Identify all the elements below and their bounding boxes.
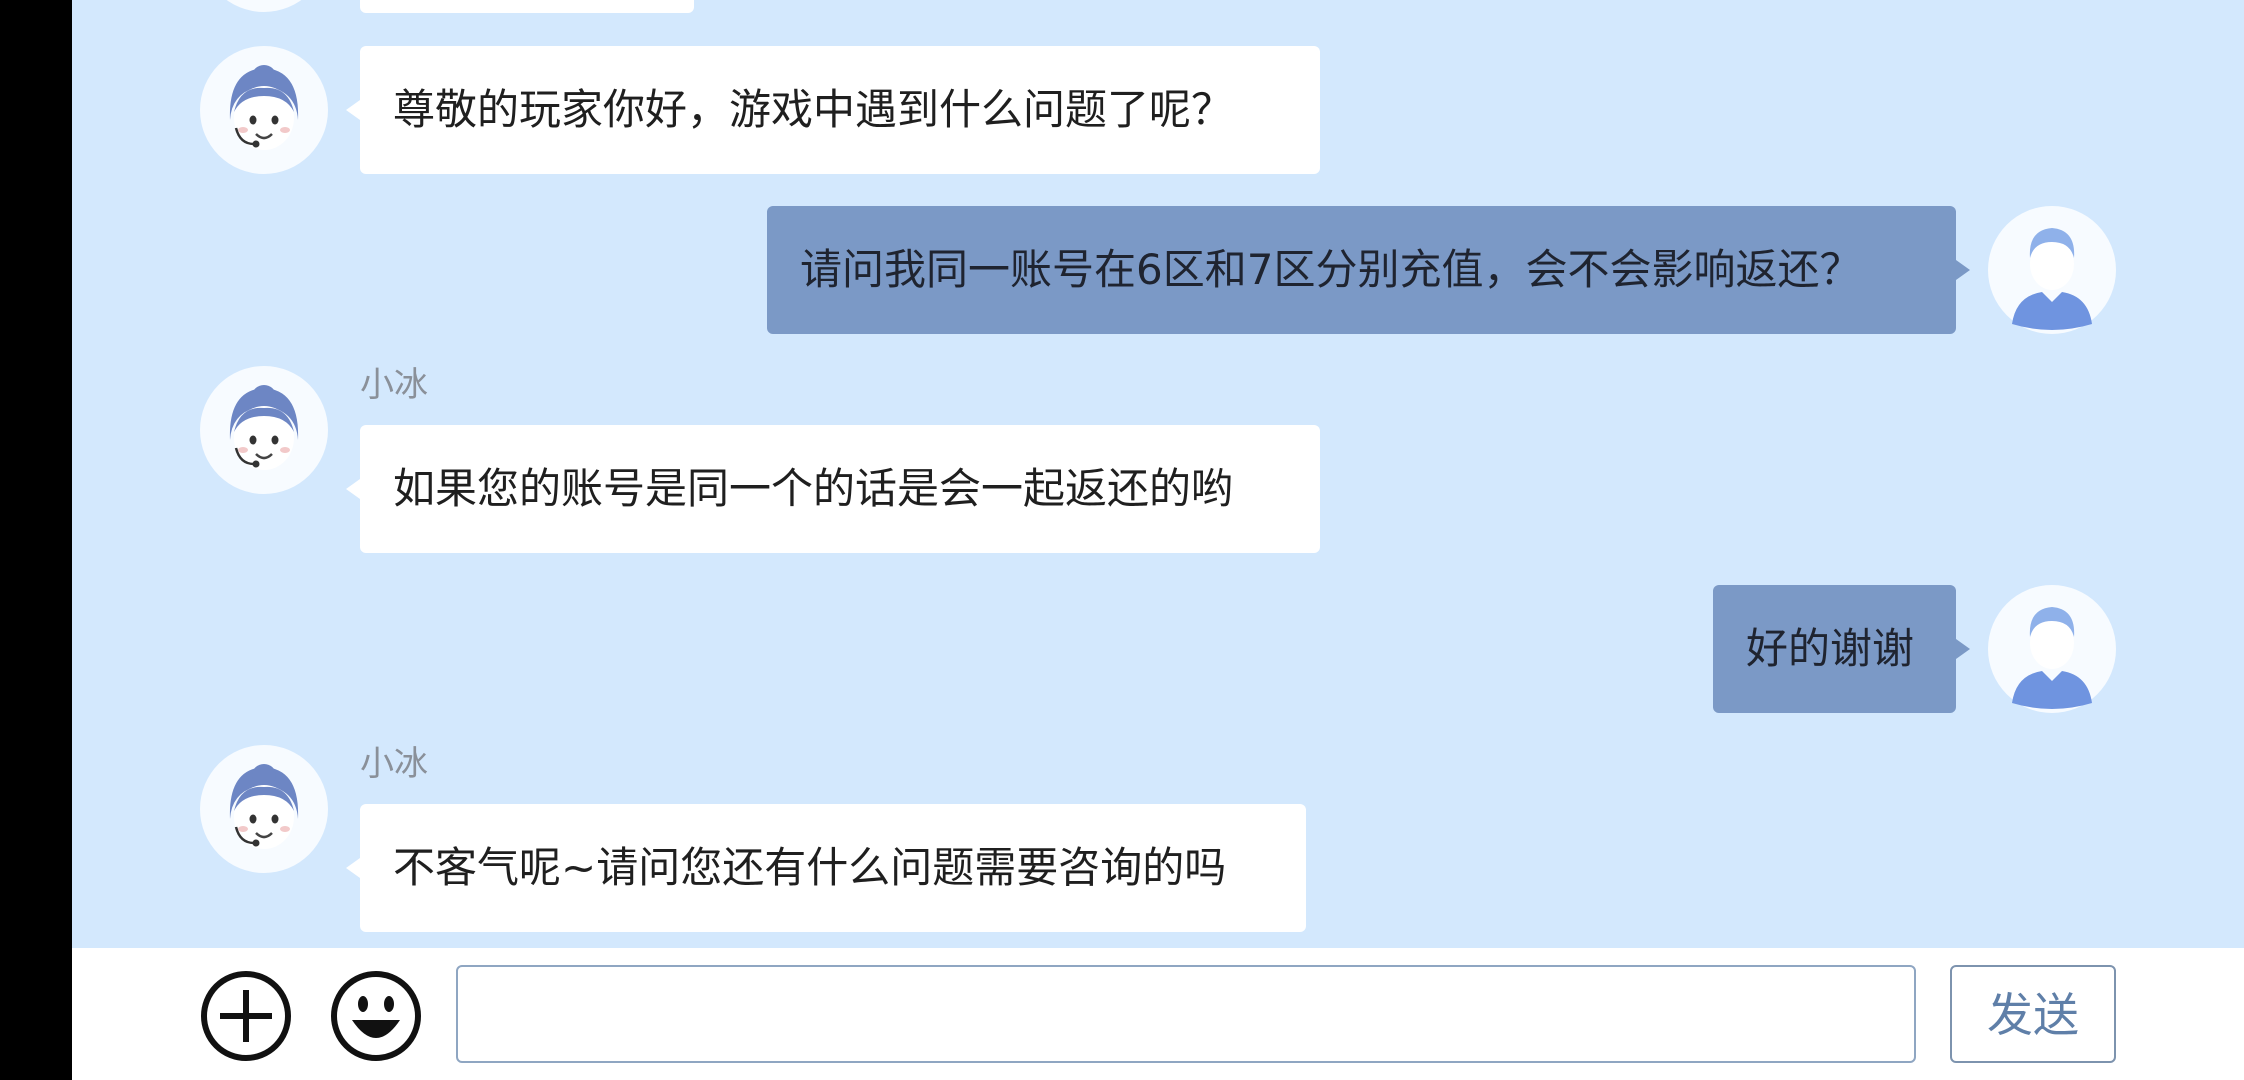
agent-avatar-icon[interactable] <box>200 46 328 174</box>
user-message-bubble: 好的谢谢 <box>1713 585 1970 713</box>
user-avatar-icon[interactable] <box>1988 585 2116 713</box>
agent-name-label: 小冰 <box>360 365 428 405</box>
message-text: 尊敬的玩家你好，游戏中遇到什么问题了呢？ <box>393 85 1234 134</box>
message-list[interactable]: 尊敬的玩家你好，游戏中遇到什么问题了呢？ 请问我同一账号在6区和7区分别充值，会… <box>72 0 2244 948</box>
agent-avatar-icon <box>200 0 328 12</box>
agent-message-bubble: 尊敬的玩家你好，游戏中遇到什么问题了呢？ <box>346 46 1320 174</box>
screen: 尊敬的玩家你好，游戏中遇到什么问题了呢？ 请问我同一账号在6区和7区分别充值，会… <box>0 0 2244 1080</box>
chat-app: 尊敬的玩家你好，游戏中遇到什么问题了呢？ 请问我同一账号在6区和7区分别充值，会… <box>72 0 2244 1080</box>
agent-message-bubble: 不客气呢~请问您还有什么问题需要咨询的吗 <box>346 804 1306 932</box>
message-bubble-partial <box>360 0 694 13</box>
agent-name-label: 小冰 <box>360 744 428 784</box>
agent-avatar-icon[interactable] <box>200 745 328 873</box>
message-text: 如果您的账号是同一个的话是会一起返还的哟 <box>393 464 1234 513</box>
user-message-bubble: 请问我同一账号在6区和7区分别充值，会不会影响返还？ <box>767 206 1970 334</box>
message-text: 请问我同一账号在6区和7区分别充值，会不会影响返还？ <box>800 245 1862 294</box>
agent-message-bubble: 如果您的账号是同一个的话是会一起返还的哟 <box>346 425 1320 553</box>
message-text: 好的谢谢 <box>1746 624 1915 673</box>
input-bar: 发送 <box>72 948 2244 1080</box>
plus-circle-icon[interactable] <box>200 970 292 1062</box>
smiley-icon[interactable] <box>330 970 422 1062</box>
message-input[interactable] <box>456 965 1916 1063</box>
send-button[interactable]: 发送 <box>1950 965 2116 1063</box>
agent-avatar-icon[interactable] <box>200 366 328 494</box>
user-avatar-icon[interactable] <box>1988 206 2116 334</box>
message-text: 不客气呢~请问您还有什么问题需要咨询的吗 <box>393 843 1227 892</box>
